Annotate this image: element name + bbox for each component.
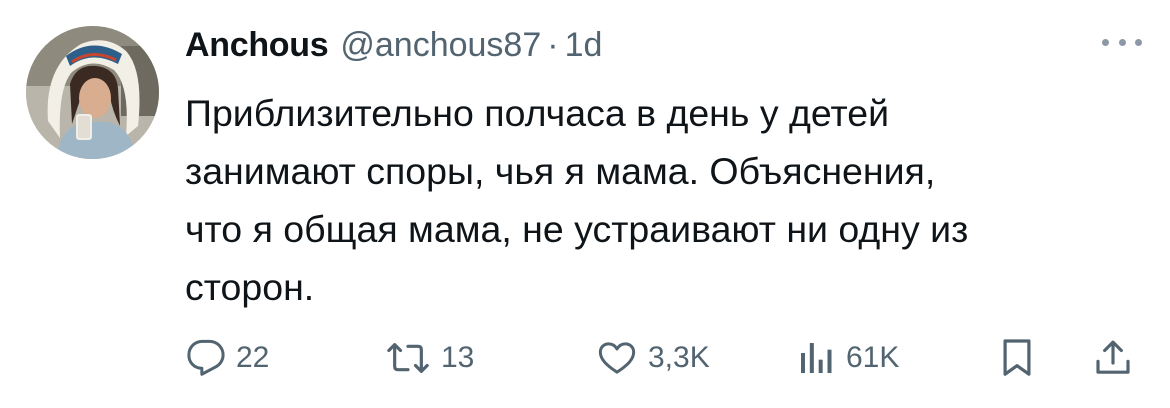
reply-count: 22	[236, 341, 270, 374]
repost-button[interactable]: 13	[385, 330, 474, 386]
separator-dot: ·	[547, 25, 559, 64]
bookmark-button[interactable]	[1000, 330, 1034, 386]
author-handle[interactable]: @anchous87	[340, 26, 541, 65]
share-button[interactable]	[1093, 330, 1133, 386]
tweet-timestamp[interactable]: 1d	[565, 26, 603, 65]
more-dot	[1118, 38, 1126, 46]
heart-icon	[598, 342, 636, 374]
action-bar: 22 13 3,3K 61K	[0, 330, 1170, 386]
tweet-card[interactable]: Anchous @anchous87 · 1d Приблизительно п…	[0, 0, 1170, 408]
repost-icon	[387, 343, 429, 373]
like-count: 3,3K	[648, 341, 710, 374]
like-button[interactable]: 3,3K	[596, 330, 710, 386]
tweet-text-line: что я общая мама, не устраивают ни одну …	[185, 208, 969, 250]
tweet-header: Anchous @anchous87 · 1d	[185, 22, 602, 68]
more-dot	[1135, 38, 1142, 46]
views-icon	[801, 343, 832, 373]
tweet-text-line: Приблизительно полчаса в день у детей	[185, 92, 890, 134]
reply-button[interactable]: 22	[186, 330, 269, 386]
tweet-text-line: сторон.	[185, 266, 315, 308]
bookmark-icon	[1003, 339, 1031, 376]
reply-icon	[187, 339, 225, 376]
avatar-photo	[26, 26, 159, 159]
tweet-text-line: занимают споры, чья я мама. Объяснения,	[185, 150, 936, 192]
views-button[interactable]: 61K	[796, 330, 899, 386]
more-options-icon[interactable]	[1102, 30, 1142, 54]
tweet-text: Приблизительно полчаса в день у детей за…	[185, 84, 1145, 316]
share-icon	[1096, 340, 1130, 374]
repost-count: 13	[441, 341, 475, 374]
author-name[interactable]: Anchous	[185, 26, 329, 65]
more-dot	[1102, 38, 1109, 46]
views-count: 61K	[846, 341, 900, 374]
avatar[interactable]	[26, 26, 159, 159]
